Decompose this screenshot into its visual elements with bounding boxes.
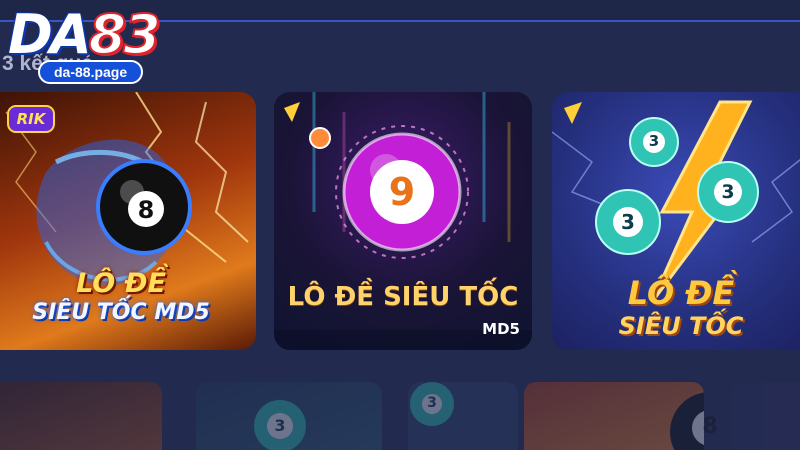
ball-number: 8 bbox=[702, 414, 718, 439]
card-title-line2: SIÊU TỐC bbox=[618, 312, 744, 340]
ball-number-c: 3 bbox=[721, 181, 735, 203]
card-title-line1: LÔ ĐỀ bbox=[76, 268, 166, 299]
game-card-partial[interactable]: 3 bbox=[196, 382, 382, 450]
game-card-lo-de-sieu-toc[interactable]: 3 3 3 LÔ ĐỀ SIÊU TỐC bbox=[552, 92, 800, 350]
card-title-line1: LÔ ĐỀ bbox=[627, 274, 735, 312]
site-logo[interactable]: DA83 da-88.page bbox=[8, 3, 188, 86]
game-card-partial[interactable] bbox=[0, 382, 162, 450]
brand-triangle-icon bbox=[564, 102, 582, 124]
game-card-lo-de-sieu-toc-md5-rik[interactable]: 8 RIK LÔ ĐỀ SIÊU TỐC MD5 bbox=[0, 92, 256, 350]
ball-number-b: 3 bbox=[621, 210, 635, 234]
small-ball-icon bbox=[309, 127, 331, 149]
game-card-lo-de-sieu-toc-md5[interactable]: 9 LÔ ĐỀ SIÊU TỐC MD5 bbox=[274, 92, 532, 350]
logo-da: DA bbox=[8, 3, 92, 66]
rik-badge-label: RIK bbox=[16, 110, 46, 128]
card-title-line2: MD5 bbox=[482, 320, 520, 338]
ball-number: 3 bbox=[427, 395, 437, 411]
game-card-row: 8 RIK LÔ ĐỀ SIÊU TỐC MD5 9 LÔ ĐỀ SIÊU TỐ… bbox=[0, 92, 800, 352]
card-title-line1: LÔ ĐỀ SIÊU TỐC bbox=[287, 282, 519, 312]
card-artwork bbox=[410, 382, 454, 426]
logo-wordmark: DA83 bbox=[8, 3, 162, 66]
game-card-row-partial: 3 3 8 bbox=[0, 382, 800, 450]
game-card-partial[interactable] bbox=[730, 382, 800, 450]
logo-83: 83 bbox=[88, 3, 162, 66]
card-title-line2: SIÊU TỐC MD5 bbox=[32, 300, 210, 325]
ball-number: 8 bbox=[137, 196, 155, 224]
card-artwork bbox=[670, 392, 750, 450]
brand-triangle-icon bbox=[284, 102, 300, 122]
ball-number: 3 bbox=[274, 416, 286, 435]
ball-number: 9 bbox=[388, 170, 416, 214]
game-card-partial[interactable]: 3 bbox=[408, 382, 518, 450]
game-card-partial[interactable]: 8 bbox=[524, 382, 750, 450]
ball-number-a: 3 bbox=[648, 132, 660, 150]
logo-domain-badge: da-88.page bbox=[38, 60, 144, 84]
